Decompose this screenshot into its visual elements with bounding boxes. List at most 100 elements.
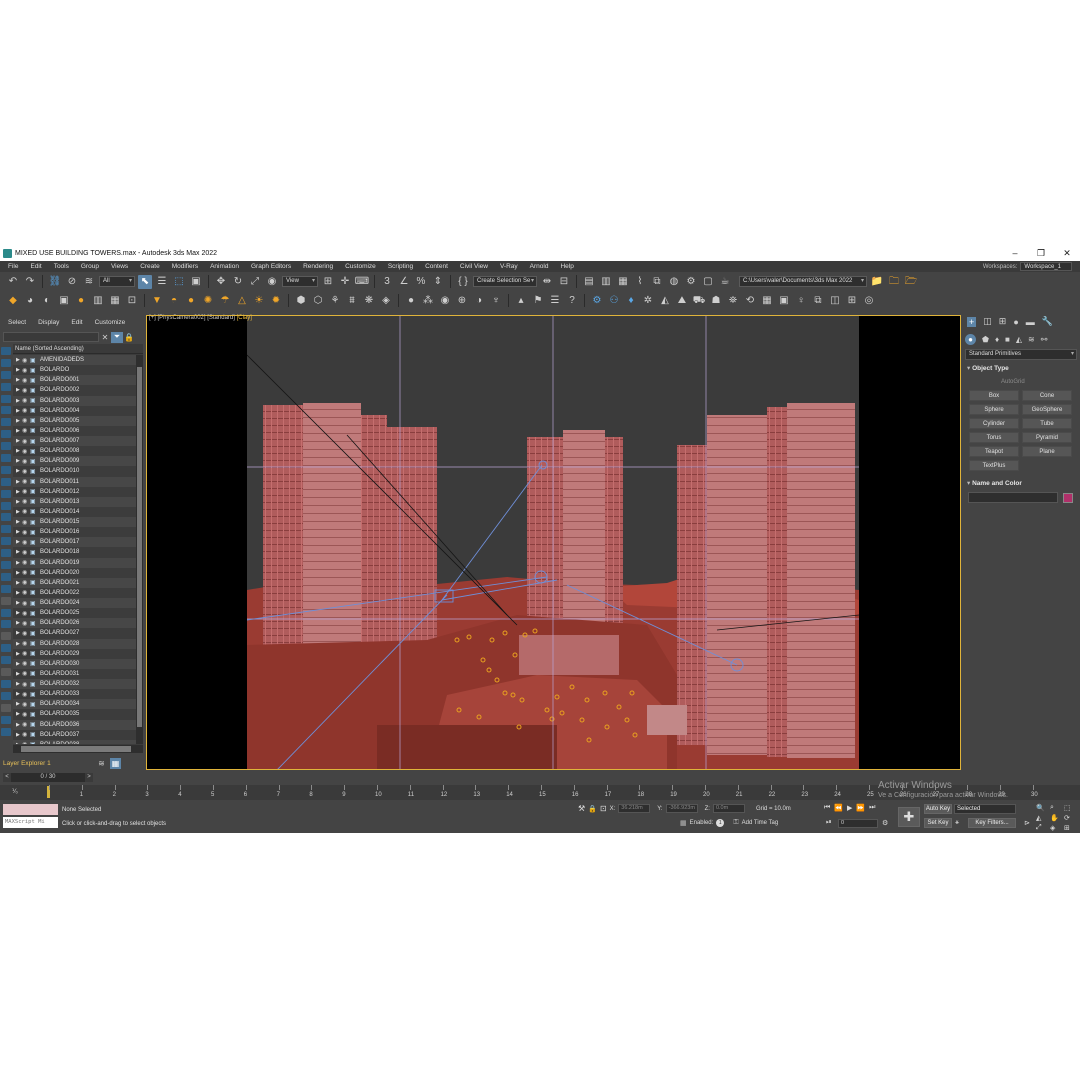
- zoom-icon[interactable]: 🔍: [1036, 804, 1048, 812]
- visibility-icon[interactable]: ◉: [22, 417, 30, 424]
- find-filter-icon[interactable]: [1, 561, 11, 570]
- selection-region-icon[interactable]: ⬚: [172, 275, 186, 289]
- save-folder-icon[interactable]: 🗀: [887, 275, 901, 289]
- curve-editor-icon[interactable]: ⌇: [633, 275, 647, 289]
- visibility-icon[interactable]: ◉: [22, 559, 30, 566]
- visibility-icon[interactable]: ◉: [22, 387, 30, 394]
- x-coordinate-field[interactable]: 36.218m: [618, 804, 651, 813]
- visibility-icon[interactable]: ◉: [22, 397, 30, 404]
- list-item[interactable]: ▶ ◉ ▣ BOLARDO: [13, 365, 136, 375]
- rendered-frame-window-icon[interactable]: ▢: [701, 275, 715, 289]
- menu-rendering[interactable]: Rendering: [297, 263, 339, 270]
- hidden-filter-icon[interactable]: [1, 513, 11, 522]
- set-keys-icon[interactable]: ✚: [898, 807, 920, 827]
- time-tag-icon[interactable]: ▦: [680, 819, 687, 827]
- pyramid-button[interactable]: Pyramid: [1022, 432, 1072, 443]
- civil-view-icon[interactable]: ⚙: [590, 294, 604, 308]
- menu-group[interactable]: Group: [75, 263, 105, 270]
- geometry-icon[interactable]: ●: [965, 333, 976, 345]
- minimize-button[interactable]: –: [1002, 245, 1028, 261]
- window-crossing-icon[interactable]: ▣: [189, 275, 203, 289]
- vray-sphere-light-icon[interactable]: ●: [184, 294, 198, 308]
- visibility-icon[interactable]: ◉: [22, 468, 30, 475]
- list-item[interactable]: ▶ ◉ ▣ BOLARDO012: [13, 487, 136, 497]
- display-tab-icon[interactable]: ▬: [1026, 317, 1035, 327]
- arnold-help-icon[interactable]: ?: [565, 294, 579, 308]
- isolate-selection-icon[interactable]: ⚒: [578, 804, 585, 813]
- visibility-icon[interactable]: ◉: [22, 731, 30, 738]
- civil-tree-icon[interactable]: ◭: [658, 294, 672, 308]
- civil-road-icon[interactable]: ⛰: [675, 294, 689, 308]
- all-filter-icon[interactable]: [1, 525, 11, 534]
- menu-edit[interactable]: Edit: [65, 319, 88, 326]
- shapes-filter-icon[interactable]: [1, 394, 11, 403]
- shapes-icon[interactable]: ⬟: [982, 335, 989, 344]
- arnold-render-icon[interactable]: ▴: [514, 294, 528, 308]
- menu-edit[interactable]: Edit: [24, 263, 47, 270]
- unlink-filter-icon[interactable]: [1, 679, 11, 688]
- civil-sign-icon[interactable]: ☗: [709, 294, 723, 308]
- torus-button[interactable]: Torus: [969, 432, 1019, 443]
- list-item[interactable]: ▶ ◉ ▣ BOLARDO016: [13, 527, 136, 537]
- modifier-filter-icon[interactable]: [1, 656, 11, 665]
- go-to-end-icon[interactable]: ⏭: [869, 804, 875, 812]
- previous-frame-icon[interactable]: ⏪: [834, 804, 843, 812]
- list-item[interactable]: ▶ ◉ ▣ BOLARDO030: [13, 658, 136, 669]
- menu-create[interactable]: Create: [134, 263, 166, 270]
- reference-coordinate-dropdown[interactable]: View: [282, 276, 318, 287]
- motion-tab-icon[interactable]: ●: [1013, 317, 1018, 327]
- selection-set-dropdown[interactable]: Selected: [954, 804, 1016, 814]
- menu-select[interactable]: Select: [0, 319, 32, 326]
- visibility-icon[interactable]: ◉: [22, 650, 30, 657]
- material-editor-icon[interactable]: ◍: [667, 275, 681, 289]
- menu-tools[interactable]: Tools: [48, 263, 75, 270]
- zoom-all-icon[interactable]: ⌕: [1050, 804, 1062, 812]
- vray-dome-light-icon[interactable]: ◓: [167, 294, 181, 308]
- vray-material-sphere-icon[interactable]: ●: [404, 294, 418, 308]
- cylinder-button[interactable]: Cylinder: [969, 418, 1019, 429]
- menu-animation[interactable]: Animation: [204, 263, 245, 270]
- list-item[interactable]: ▶ ◉ ▣ BOLARDO017: [13, 537, 136, 548]
- display-all-icon[interactable]: [1, 347, 11, 355]
- named-selection-dropdown[interactable]: Create Selection Se: [473, 276, 537, 287]
- viewport-label[interactable]: [+] [PhysCamera002] [Standard] [Clay]: [149, 315, 252, 321]
- field-of-view-icon[interactable]: ◭: [1036, 814, 1048, 822]
- mirror-icon[interactable]: ⇹: [540, 275, 554, 289]
- list-item[interactable]: ▶ ◉ ▣ BOLARDO015: [13, 517, 136, 528]
- civil-copy-icon[interactable]: ⧉: [811, 294, 825, 308]
- go-to-start-icon[interactable]: ⏮: [824, 804, 830, 812]
- viewport-point-of-view-menu[interactable]: [PhysCamera002]: [158, 315, 206, 321]
- time-slider[interactable]: < 0 / 30 >: [3, 772, 93, 783]
- viewport-shading-menu[interactable]: [Standard]: [207, 315, 235, 321]
- frozen-filter-icon[interactable]: [1, 501, 11, 510]
- menu-content[interactable]: Content: [419, 263, 454, 270]
- visibility-icon[interactable]: ◉: [22, 691, 30, 698]
- menu-civil-view[interactable]: Civil View: [454, 263, 494, 270]
- list-item[interactable]: ▶ ◉ ▣ BOLARDO024: [13, 598, 136, 609]
- viewport-general-menu[interactable]: [+]: [149, 315, 156, 321]
- list-item[interactable]: ▶ ◉ ▣ BOLARDO027: [13, 628, 136, 638]
- visibility-icon[interactable]: ◉: [22, 438, 30, 445]
- add-time-tag-icon[interactable]: ⚿: [733, 819, 738, 827]
- visibility-icon[interactable]: ◉: [22, 367, 30, 374]
- visibility-icon[interactable]: ◉: [22, 711, 30, 718]
- y-coordinate-field[interactable]: -366.923m: [665, 804, 698, 813]
- modify-tab-icon[interactable]: ◫: [983, 316, 992, 327]
- object-name-input[interactable]: [968, 492, 1058, 503]
- vray-asset-editor-icon[interactable]: ▥: [91, 294, 105, 308]
- scale-icon[interactable]: ⤢: [248, 275, 262, 289]
- civil-light-icon[interactable]: ♦: [624, 294, 638, 308]
- orbit-icon[interactable]: ⟳: [1064, 814, 1076, 822]
- visibility-icon[interactable]: ◉: [22, 670, 30, 677]
- list-item[interactable]: ▶ ◉ ▣ BOLARDO033: [13, 689, 136, 699]
- vray-plane-light-icon[interactable]: ▼: [150, 294, 164, 308]
- link-icon[interactable]: ⛓: [48, 275, 62, 289]
- visibility-icon[interactable]: ◉: [22, 448, 30, 455]
- filter-icon[interactable]: ⏷: [111, 331, 123, 343]
- list-item[interactable]: ▶ ◉ ▣ BOLARDO022: [13, 588, 136, 598]
- sort-filter-icon[interactable]: [1, 632, 11, 641]
- schematic-view-icon[interactable]: ⧉: [650, 275, 664, 289]
- visibility-icon[interactable]: ◉: [22, 640, 30, 647]
- bind-spacewarp-icon[interactable]: ≋: [82, 275, 96, 289]
- helpers-filter-icon[interactable]: [1, 430, 11, 439]
